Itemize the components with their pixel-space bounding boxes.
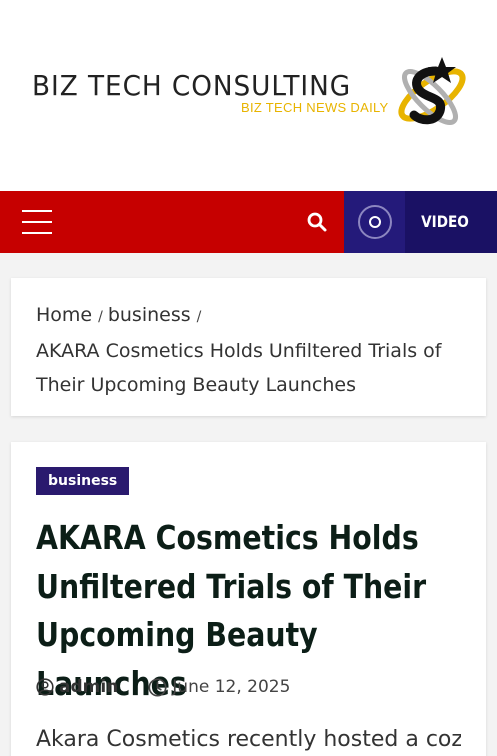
site-tagline: BIZ TECH NEWS DAILY xyxy=(241,100,389,115)
video-play-button[interactable] xyxy=(344,191,405,253)
video-section: VIDEO xyxy=(344,191,497,253)
article-excerpt: Akara Cosmetics recently hosted a cozy xyxy=(36,727,461,752)
publish-date: June 12, 2025 xyxy=(148,677,290,697)
article-meta: admin June 12, 2025 xyxy=(36,674,290,700)
breadcrumb-home-link[interactable]: Home xyxy=(36,304,92,326)
main-navbar: VIDEO xyxy=(0,191,497,253)
menu-toggle-button[interactable] xyxy=(22,210,52,234)
clock-icon xyxy=(148,677,167,697)
hamburger-icon-bar xyxy=(22,232,52,234)
play-dot-icon xyxy=(369,216,381,228)
hamburger-icon-bar xyxy=(22,221,52,223)
breadcrumb-business-link[interactable]: business xyxy=(108,304,191,326)
article-card: business AKARA Cosmetics Holds Unfiltere… xyxy=(11,442,486,756)
site-title: BIZ TECH CONSULTING xyxy=(32,69,352,102)
breadcrumb: Home / business / AKARA Cosmetics Holds Unf… xyxy=(36,298,466,402)
breadcrumb-card: Home / business / AKARA Cosmetics Holds Unf… xyxy=(11,278,486,416)
category-badge[interactable]: business xyxy=(36,467,130,495)
publish-date-text: June 12, 2025 xyxy=(172,677,291,697)
breadcrumb-separator: / xyxy=(98,309,103,325)
hamburger-icon-bar xyxy=(22,210,52,212)
breadcrumb-separator: / xyxy=(196,309,202,325)
author-link[interactable]: admin xyxy=(36,677,118,697)
search-button[interactable] xyxy=(306,211,328,233)
breadcrumb-current: AKARA Cosmetics Holds Unfiltered Trials … xyxy=(36,340,442,396)
author-name: admin xyxy=(59,677,119,697)
site-logo[interactable]: BIZ TECH CONSULTING BIZ TECH NEWS DAILY xyxy=(30,53,470,139)
site-header: BIZ TECH CONSULTING BIZ TECH NEWS DAILY xyxy=(0,0,497,191)
video-label[interactable]: VIDEO xyxy=(411,191,479,253)
search-icon xyxy=(307,212,327,232)
user-circle-icon xyxy=(36,678,54,696)
logo-emblem-icon xyxy=(398,57,466,125)
